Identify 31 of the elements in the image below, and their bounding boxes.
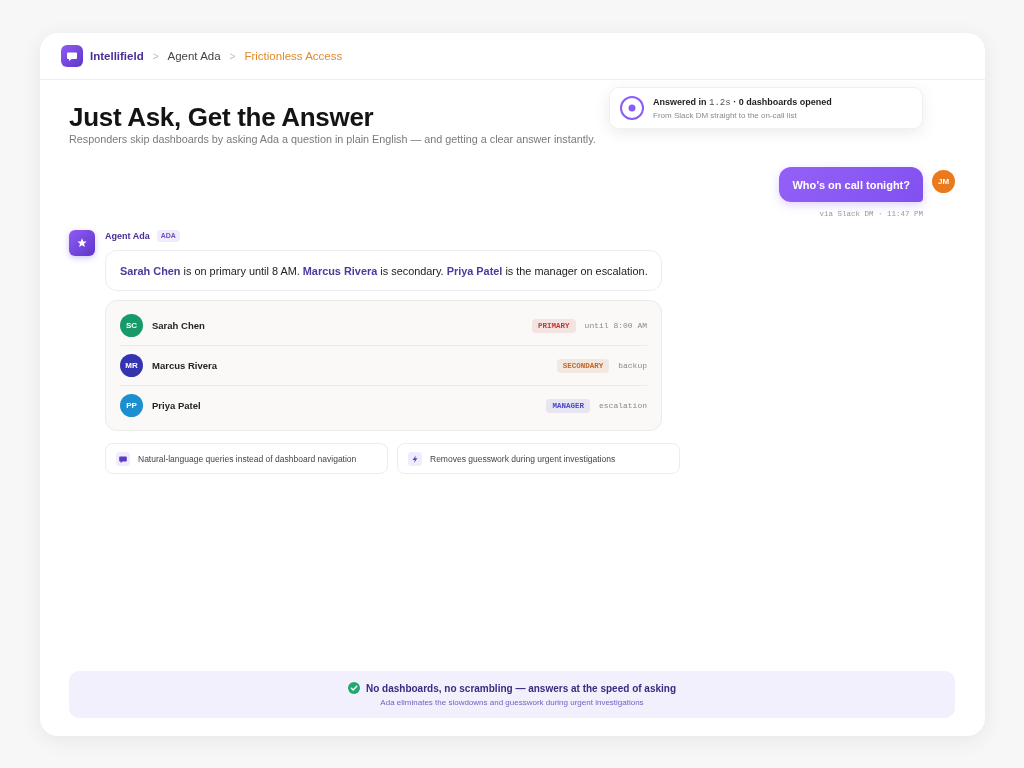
- page-title: Just Ask, Get the Answer: [69, 102, 375, 132]
- ring-dot-icon: [620, 96, 644, 120]
- chat-bubble-icon: [116, 451, 130, 466]
- brand-link[interactable]: Intellifield: [90, 50, 144, 62]
- agent-answer: Sarah Chen is on primary until 8 AM. Marcus Rivera is secondary. Priya Patel is the manager on escalation.: [105, 250, 662, 291]
- highlight-text: Removes guesswork during urgent investigations: [430, 453, 616, 464]
- toast-headline: Answered in 1.2s · 0 dashboards opened: [653, 96, 832, 108]
- shift-note: escalation: [599, 401, 647, 410]
- toast-detail: From Slack DM straight to the on-call list: [653, 110, 798, 120]
- check-circle-icon: [347, 682, 360, 694]
- breadcrumb-link[interactable]: Agent Ada: [167, 50, 221, 62]
- shift-note: backup: [618, 361, 647, 370]
- star-avatar-icon: [69, 230, 95, 256]
- person-name: Marcus Rivera: [152, 360, 217, 371]
- breadcrumb-separator: >: [229, 50, 236, 62]
- person-avatar: SC: [120, 314, 143, 337]
- shift-note: until 8:00 AM: [584, 321, 647, 330]
- agent-name: Agent Ada: [105, 231, 150, 241]
- banner-title: No dashboards, no scrambling — answers at the speed of asking: [365, 682, 677, 694]
- person-name: Priya Patel: [152, 400, 201, 411]
- banner-subtitle: Ada eliminates the slowdowns and guesswork during urgent investigations: [380, 698, 644, 707]
- user-avatar: JM: [932, 170, 955, 193]
- page-subtitle: Responders skip dashboards by asking Ada a question in plain English — and getting a clear answer instantly.: [69, 132, 596, 146]
- chat-bubble-logo-icon: [61, 45, 83, 67]
- breadcrumb-separator: >: [152, 50, 159, 62]
- user-message-bubble: Who’s on call tonight?: [779, 167, 923, 202]
- person-name: Sarah Chen: [152, 320, 205, 331]
- person-avatar: PP: [120, 394, 143, 417]
- person-avatar: MR: [120, 354, 143, 377]
- highlight-text: Natural-language queries instead of dashboard navigation: [138, 453, 357, 464]
- lightning-icon: [408, 451, 422, 466]
